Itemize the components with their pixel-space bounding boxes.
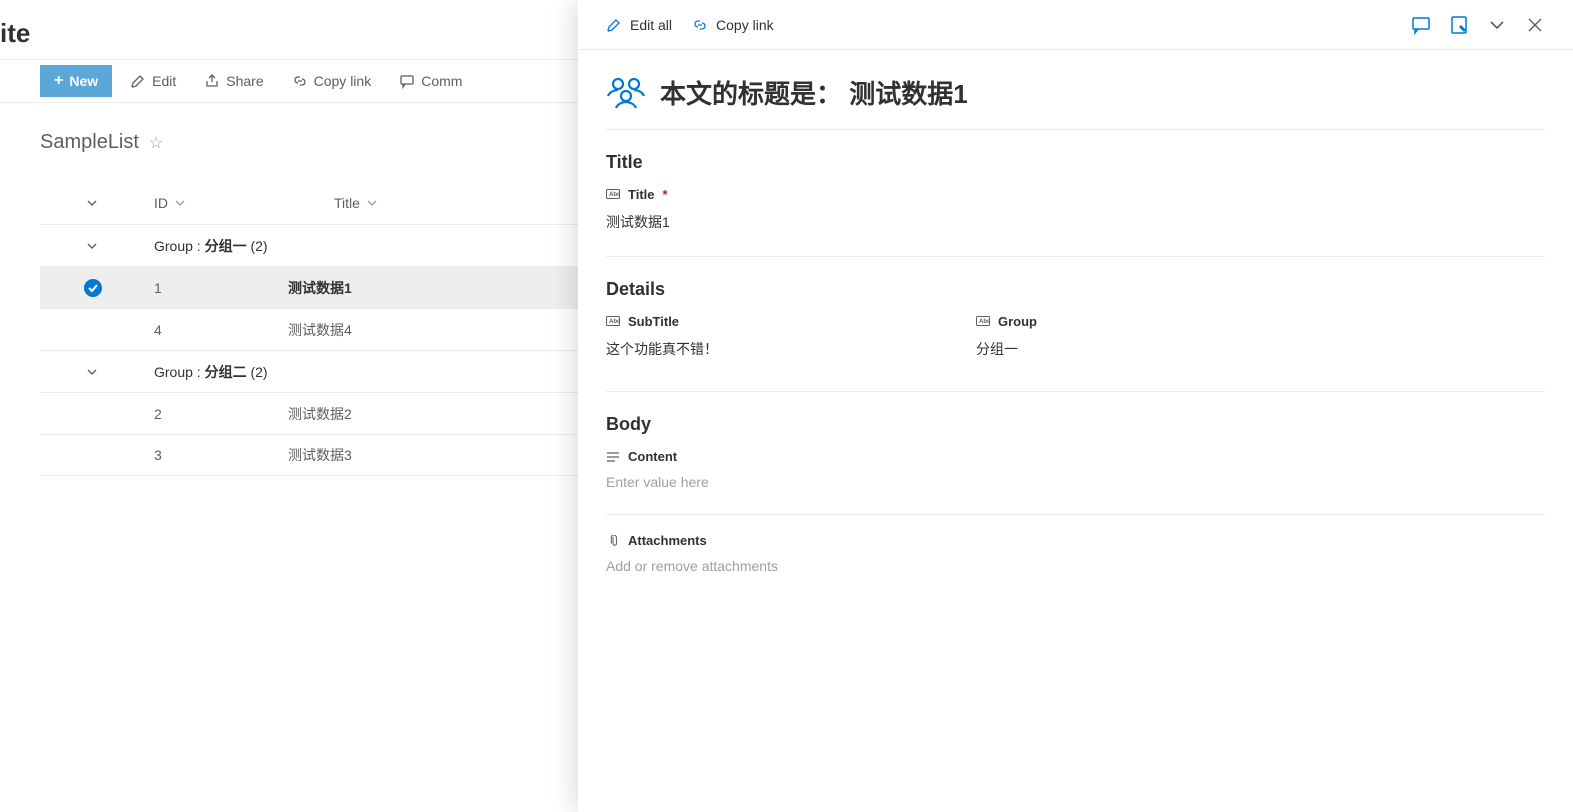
section-details: Details	[606, 279, 1545, 300]
chevron-down-icon	[174, 197, 186, 209]
column-header-id-label: ID	[154, 195, 168, 211]
group-count: (2)	[250, 238, 267, 254]
copy-link-button[interactable]: Copy link	[282, 59, 382, 103]
panel-heading: 本文的标题是： 测试数据1	[660, 74, 968, 111]
section-body: Body	[606, 414, 1545, 435]
chevron-down-icon[interactable]	[1487, 15, 1507, 35]
favorite-star-icon[interactable]: ☆	[149, 133, 163, 153]
panel-copy-link-label: Copy link	[716, 17, 774, 33]
share-button[interactable]: Share	[194, 59, 273, 103]
field-label-attachments: Attachments	[628, 533, 707, 548]
text-field-icon: Abc	[606, 316, 620, 328]
item-title: 测试数据2	[288, 404, 352, 424]
item-id: 2	[108, 406, 288, 422]
required-indicator: *	[663, 187, 668, 202]
column-header-id[interactable]: ID	[154, 195, 334, 211]
panel-comment-icon[interactable]	[1411, 15, 1431, 35]
comment-button[interactable]: Comm	[389, 59, 472, 103]
edit-button[interactable]: Edit	[120, 59, 186, 103]
column-header-title[interactable]: Title	[334, 195, 378, 211]
details-panel: Edit all Copy link 本	[578, 0, 1573, 812]
group-count: (2)	[250, 364, 267, 380]
panel-toolbar: Edit all Copy link	[578, 0, 1573, 50]
link-icon	[692, 17, 708, 33]
share-button-label: Share	[226, 73, 263, 89]
item-id: 3	[108, 447, 288, 463]
pencil-icon	[606, 17, 622, 33]
item-id: 1	[108, 280, 288, 296]
comment-icon	[399, 73, 415, 89]
field-value-attachments[interactable]: Add or remove attachments	[606, 558, 1545, 592]
list-name: SampleList	[40, 131, 139, 154]
edit-all-button[interactable]: Edit all	[606, 17, 672, 33]
chevron-down-icon	[366, 197, 378, 209]
field-value-title[interactable]: 测试数据1	[606, 212, 1545, 250]
close-icon[interactable]	[1525, 15, 1545, 35]
people-icon	[606, 76, 646, 110]
panel-form-icon[interactable]	[1449, 15, 1469, 35]
selected-check-icon[interactable]	[84, 279, 102, 297]
item-id: 4	[108, 322, 288, 338]
group-prefix: Group :	[154, 364, 205, 380]
text-field-icon: Abc	[606, 189, 620, 201]
field-value-subtitle[interactable]: 这个功能真不错！	[606, 339, 956, 377]
text-field-icon: Abc	[976, 316, 990, 328]
chevron-down-icon	[86, 240, 98, 252]
field-label-content: Content	[628, 449, 677, 464]
group-name: 分组二	[205, 364, 247, 380]
edit-button-label: Edit	[152, 73, 176, 89]
item-title: 测试数据4	[288, 320, 352, 340]
item-title: 测试数据1	[288, 278, 352, 298]
chevron-down-icon	[86, 366, 98, 378]
group-prefix: Group :	[154, 238, 205, 254]
attachment-icon	[606, 535, 620, 547]
svg-text:Abc: Abc	[979, 319, 990, 325]
field-label-title: Title	[628, 187, 655, 202]
field-label-group: Group	[998, 314, 1037, 329]
section-title: Title	[606, 152, 1545, 173]
svg-text:Abc: Abc	[609, 192, 620, 198]
field-value-group[interactable]: 分组一	[976, 339, 1545, 377]
edit-all-label: Edit all	[630, 17, 672, 33]
item-title: 测试数据3	[288, 445, 352, 465]
copy-link-button-label: Copy link	[314, 73, 372, 89]
field-label-subtitle: SubTitle	[628, 314, 679, 329]
svg-text:Abc: Abc	[609, 319, 620, 325]
panel-copy-link-button[interactable]: Copy link	[692, 17, 774, 33]
new-button-label: New	[69, 73, 98, 89]
field-value-content[interactable]: Enter value here	[606, 474, 1545, 508]
new-button[interactable]: + New	[40, 65, 112, 97]
chevron-down-icon[interactable]	[86, 197, 98, 209]
column-header-title-label: Title	[334, 195, 360, 211]
group-name: 分组一	[205, 238, 247, 254]
share-icon	[204, 73, 220, 89]
comment-button-label: Comm	[421, 73, 462, 89]
plus-icon: +	[54, 73, 63, 89]
link-icon	[292, 73, 308, 89]
pencil-icon	[130, 73, 146, 89]
multiline-icon	[606, 451, 620, 463]
